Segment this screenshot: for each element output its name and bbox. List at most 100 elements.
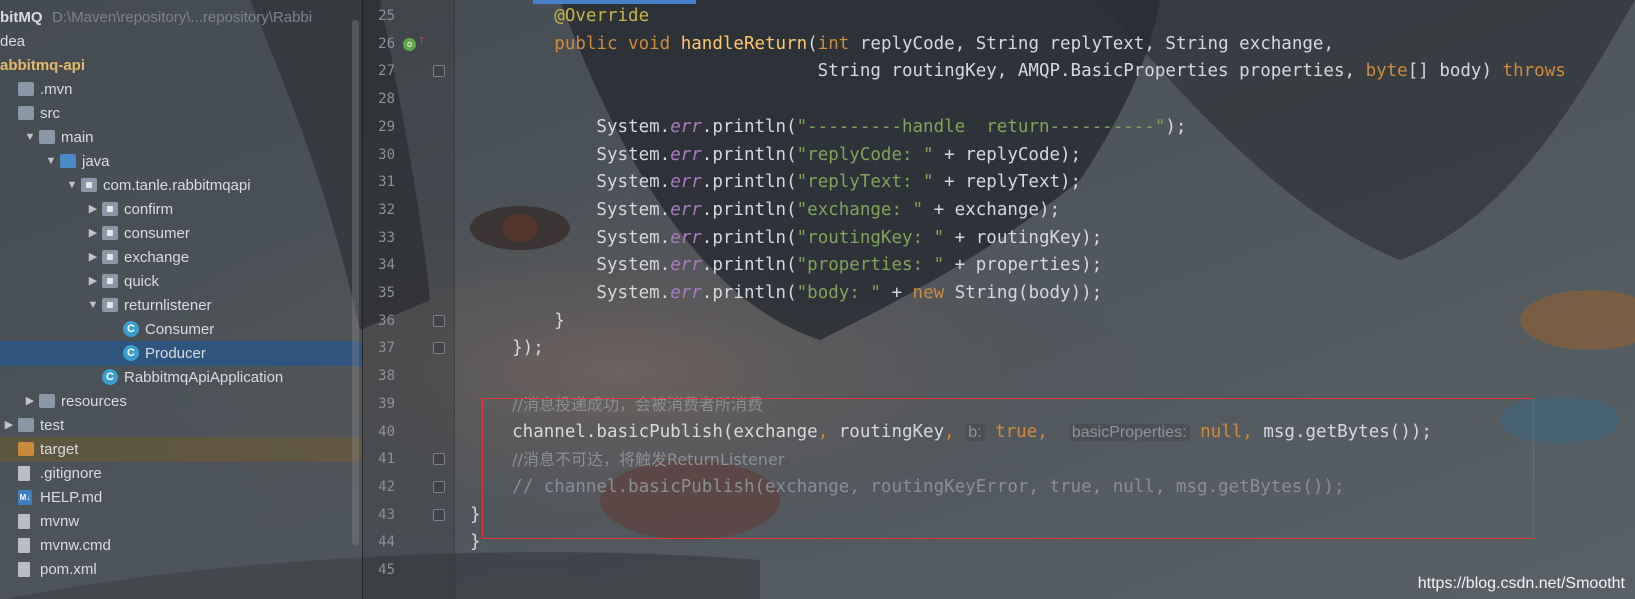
expanded-arrow-icon[interactable]: ▼ xyxy=(65,173,79,198)
code-token: .println( xyxy=(701,255,797,276)
collapsed-arrow-icon[interactable]: ▶ xyxy=(86,221,100,246)
line-number: 42 xyxy=(378,478,395,495)
collapsed-arrow-icon[interactable]: ▶ xyxy=(86,269,100,294)
code-line[interactable]: } xyxy=(470,528,481,557)
class-icon: C xyxy=(123,321,139,337)
tree-item-resources[interactable]: ▶ resources xyxy=(0,389,362,414)
tree-item-target[interactable]: target xyxy=(0,437,362,462)
code-token: err xyxy=(670,227,702,248)
code-editor[interactable]: @Override public void handleReturn(int r… xyxy=(454,0,1635,599)
code-token: "properties: " xyxy=(796,255,945,276)
fold-marker-icon[interactable] xyxy=(433,508,445,521)
tree-item-com-tanle-rabbitmqapi[interactable]: ▼ com.tanle.rabbitmqapi xyxy=(0,173,362,198)
package-icon xyxy=(102,298,118,312)
tree-item-mvnw[interactable]: mvnw xyxy=(0,509,362,534)
code-token: System. xyxy=(470,172,671,193)
fold-marker-icon[interactable] xyxy=(433,342,445,355)
code-line[interactable]: // channel.basicPublish(exchange, routin… xyxy=(470,473,1344,502)
tree-item-main[interactable]: ▼ main xyxy=(0,125,362,150)
tree-item--mvn[interactable]: .mvn xyxy=(0,77,362,102)
code-line[interactable]: System.err.println("routingKey: " + rout… xyxy=(470,224,1102,253)
folder-icon xyxy=(39,130,55,144)
code-token: + replyCode); xyxy=(933,144,1082,165)
tree-item-label: src xyxy=(40,105,60,122)
code-token: "routingKey: " xyxy=(796,227,945,248)
tree-item-label: returnlistener xyxy=(124,297,212,314)
tree-item-help-md[interactable]: M↓ HELP.md xyxy=(0,485,362,510)
code-line[interactable]: } xyxy=(470,307,565,336)
tree-item-java[interactable]: ▼ java xyxy=(0,149,362,174)
expanded-arrow-icon[interactable]: ▼ xyxy=(23,125,37,150)
code-line[interactable]: System.err.println("replyCode: " + reply… xyxy=(470,141,1081,170)
code-token: handleReturn xyxy=(680,33,808,54)
expanded-arrow-icon[interactable]: ▼ xyxy=(86,293,100,318)
code-token: "body: " xyxy=(796,283,881,303)
tree-item-mvnw-cmd[interactable]: mvnw.cmd xyxy=(0,533,362,558)
code-token: @Override xyxy=(554,6,650,26)
tree-item-test[interactable]: ▶ test xyxy=(0,413,362,438)
tree-item-label: exchange xyxy=(124,249,190,266)
fold-marker-icon[interactable] xyxy=(433,480,445,493)
code-line[interactable]: } xyxy=(470,501,481,530)
code-token: "exchange: " xyxy=(796,199,924,220)
code-line[interactable]: //消息不可达，将触发ReturnListener xyxy=(470,445,784,474)
code-line[interactable]: String routingKey, AMQP.BasicProperties … xyxy=(470,57,1566,86)
tree-item-label: abbitmq-api xyxy=(0,57,85,74)
project-scrollbar[interactable] xyxy=(352,20,359,545)
tree-item-label: com.tanle.rabbitmqapi xyxy=(103,177,251,194)
tree-item--gitignore[interactable]: .gitignore xyxy=(0,461,362,486)
line-number: 35 xyxy=(378,285,395,301)
fold-marker-icon[interactable] xyxy=(433,314,445,327)
code-line[interactable]: //消息投递成功，会被消费者所消费 xyxy=(470,390,763,419)
code-line[interactable]: System.err.println("replyText: " + reply… xyxy=(470,168,1081,197)
code-line[interactable]: System.err.println("body: " + new String… xyxy=(470,279,1102,308)
code-token: System. xyxy=(470,116,671,137)
package-icon xyxy=(102,202,118,216)
collapsed-arrow-icon[interactable]: ▶ xyxy=(86,245,100,270)
code-line[interactable]: @Override xyxy=(470,2,649,31)
tree-item-rabbitmqapiapplication[interactable]: C RabbitmqApiApplication xyxy=(0,365,362,390)
tree-item-dea[interactable]: dea xyxy=(0,29,362,54)
tree-item-pom-xml[interactable]: pom.xml xyxy=(0,557,362,582)
tree-item-abbitmq-api[interactable]: abbitmq-api xyxy=(0,53,362,78)
tree-item-label: mvnw.cmd xyxy=(40,537,111,554)
code-line[interactable]: channel.basicPublish(exchange, routingKe… xyxy=(470,418,1432,447)
fold-marker-icon[interactable] xyxy=(433,65,445,78)
code-token: //消息不可达，将触发ReturnListener xyxy=(512,450,785,470)
code-token: .println( xyxy=(701,227,797,248)
tree-item-src[interactable]: src xyxy=(0,101,362,126)
tree-item-consumer[interactable]: C Consumer xyxy=(0,317,362,342)
tree-item-label: RabbitmqApiApplication xyxy=(124,369,284,386)
tree-item-quick[interactable]: ▶ quick xyxy=(0,269,362,294)
collapsed-arrow-icon[interactable]: ▶ xyxy=(86,197,100,222)
expanded-arrow-icon[interactable]: ▼ xyxy=(44,149,58,174)
code-token: } xyxy=(470,532,481,553)
up-arrow-icon[interactable]: ↑ xyxy=(418,32,426,49)
code-line[interactable]: System.err.println("properties: " + prop… xyxy=(470,251,1102,280)
fold-marker-icon[interactable] xyxy=(433,453,445,466)
code-line[interactable]: public void handleReturn(int replyCode, … xyxy=(470,30,1334,59)
tree-item-label: Producer xyxy=(145,345,206,362)
project-tool-window: bitMQ D:\Maven\repository\...repository\R… xyxy=(0,0,362,599)
tree-item-label: dea xyxy=(0,33,26,50)
code-token: System. xyxy=(470,144,671,165)
tree-item-consumer[interactable]: ▶ consumer xyxy=(0,221,362,246)
tree-item-exchange[interactable]: ▶ exchange xyxy=(0,245,362,270)
tree-item-confirm[interactable]: ▶ confirm xyxy=(0,197,362,222)
line-number: 34 xyxy=(378,257,395,274)
collapsed-arrow-icon[interactable]: ▶ xyxy=(23,389,37,414)
collapsed-arrow-icon[interactable]: ▶ xyxy=(2,413,16,438)
code-line[interactable]: System.err.println("exchange: " + exchan… xyxy=(470,196,1060,225)
tree-item-bitmq[interactable]: bitMQ D:\Maven\repository\...repository\R… xyxy=(0,5,362,30)
code-token: "replyText: " xyxy=(796,172,934,193)
tree-item-producer[interactable]: C Producer xyxy=(0,341,362,366)
override-method-icon[interactable]: o xyxy=(403,37,416,51)
code-line[interactable]: System.err.println("---------handle retu… xyxy=(470,113,1186,142)
code-token: .println( xyxy=(701,144,797,165)
code-line[interactable]: }); xyxy=(470,334,544,363)
code-token: + properties); xyxy=(944,255,1103,276)
package-icon xyxy=(102,274,118,288)
tree-item-returnlistener[interactable]: ▼ returnlistener xyxy=(0,293,362,318)
